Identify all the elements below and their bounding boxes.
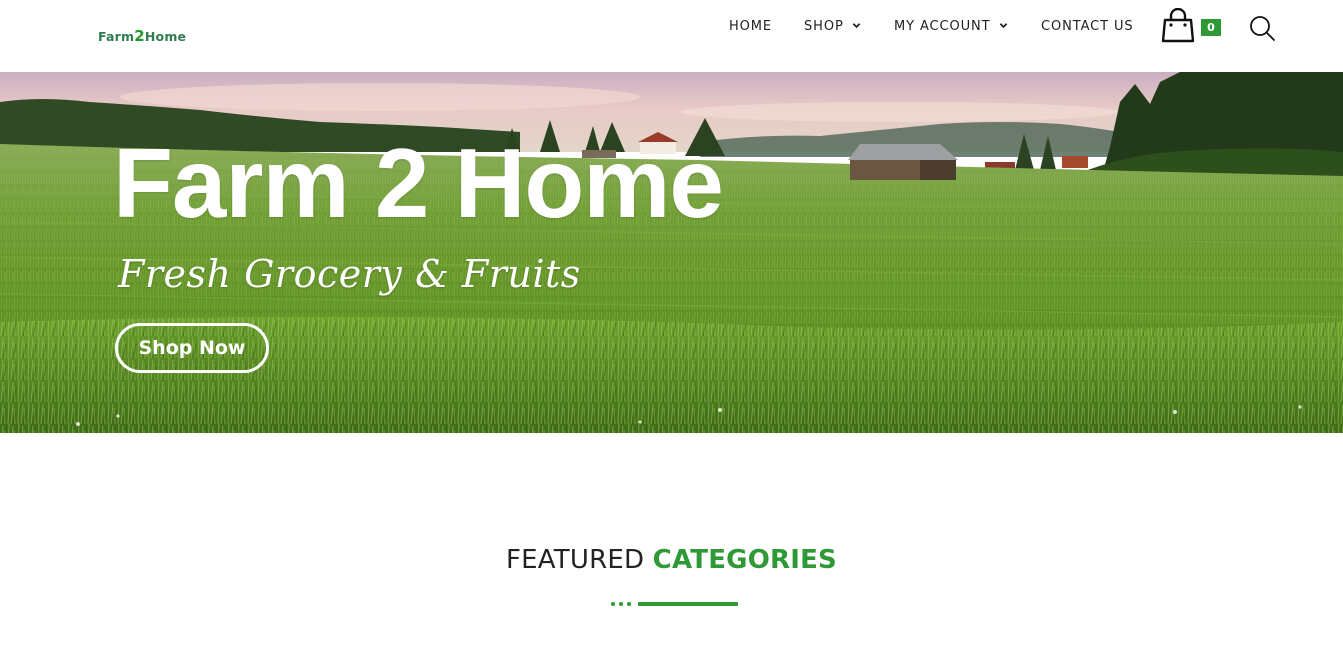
logo-text-farm: Farm <box>98 29 135 44</box>
hero-subtitle: Fresh Grocery & Fruits <box>118 252 581 296</box>
featured-categories-heading: FEATURED CATEGORIES <box>0 545 1343 575</box>
hero-title: Farm 2 Home <box>113 128 724 238</box>
logo-text-two: 2 <box>134 27 145 45</box>
nav-shop-label: SHOP <box>804 19 844 34</box>
divider-dot <box>611 602 615 606</box>
nav-my-account-label: MY ACCOUNT <box>894 19 991 34</box>
search-icon[interactable] <box>1248 14 1276 42</box>
nav-contact-us-label: CONTACT US <box>1041 19 1134 34</box>
nav-my-account[interactable]: MY ACCOUNT <box>894 19 1008 34</box>
divider-dot <box>627 602 631 606</box>
cart-count-badge: 0 <box>1201 19 1221 36</box>
shop-now-button[interactable]: Shop Now <box>115 323 269 373</box>
featured-title-part2: CATEGORIES <box>652 545 837 575</box>
divider-line <box>638 602 738 606</box>
section-divider <box>610 601 740 607</box>
nav-home-label: HOME <box>729 19 773 34</box>
chevron-down-icon <box>999 23 1007 29</box>
logo-text-home: Home <box>144 29 187 44</box>
shopping-bag-icon[interactable] <box>1160 8 1196 44</box>
site-header: Farm2Home HOME SHOP MY ACCOUNT CONTACT U… <box>0 0 1343 72</box>
chevron-down-icon <box>852 23 860 29</box>
nav-home[interactable]: HOME <box>729 19 772 34</box>
site-logo[interactable]: Farm2Home <box>98 27 186 45</box>
nav-contact-us[interactable]: CONTACT US <box>1041 19 1134 34</box>
featured-title-part1: FEATURED <box>506 545 645 575</box>
nav-shop[interactable]: SHOP <box>804 19 861 34</box>
hero-banner: Farm 2 Home Fresh Grocery & Fruits Shop … <box>0 72 1343 433</box>
divider-dot <box>619 602 623 606</box>
